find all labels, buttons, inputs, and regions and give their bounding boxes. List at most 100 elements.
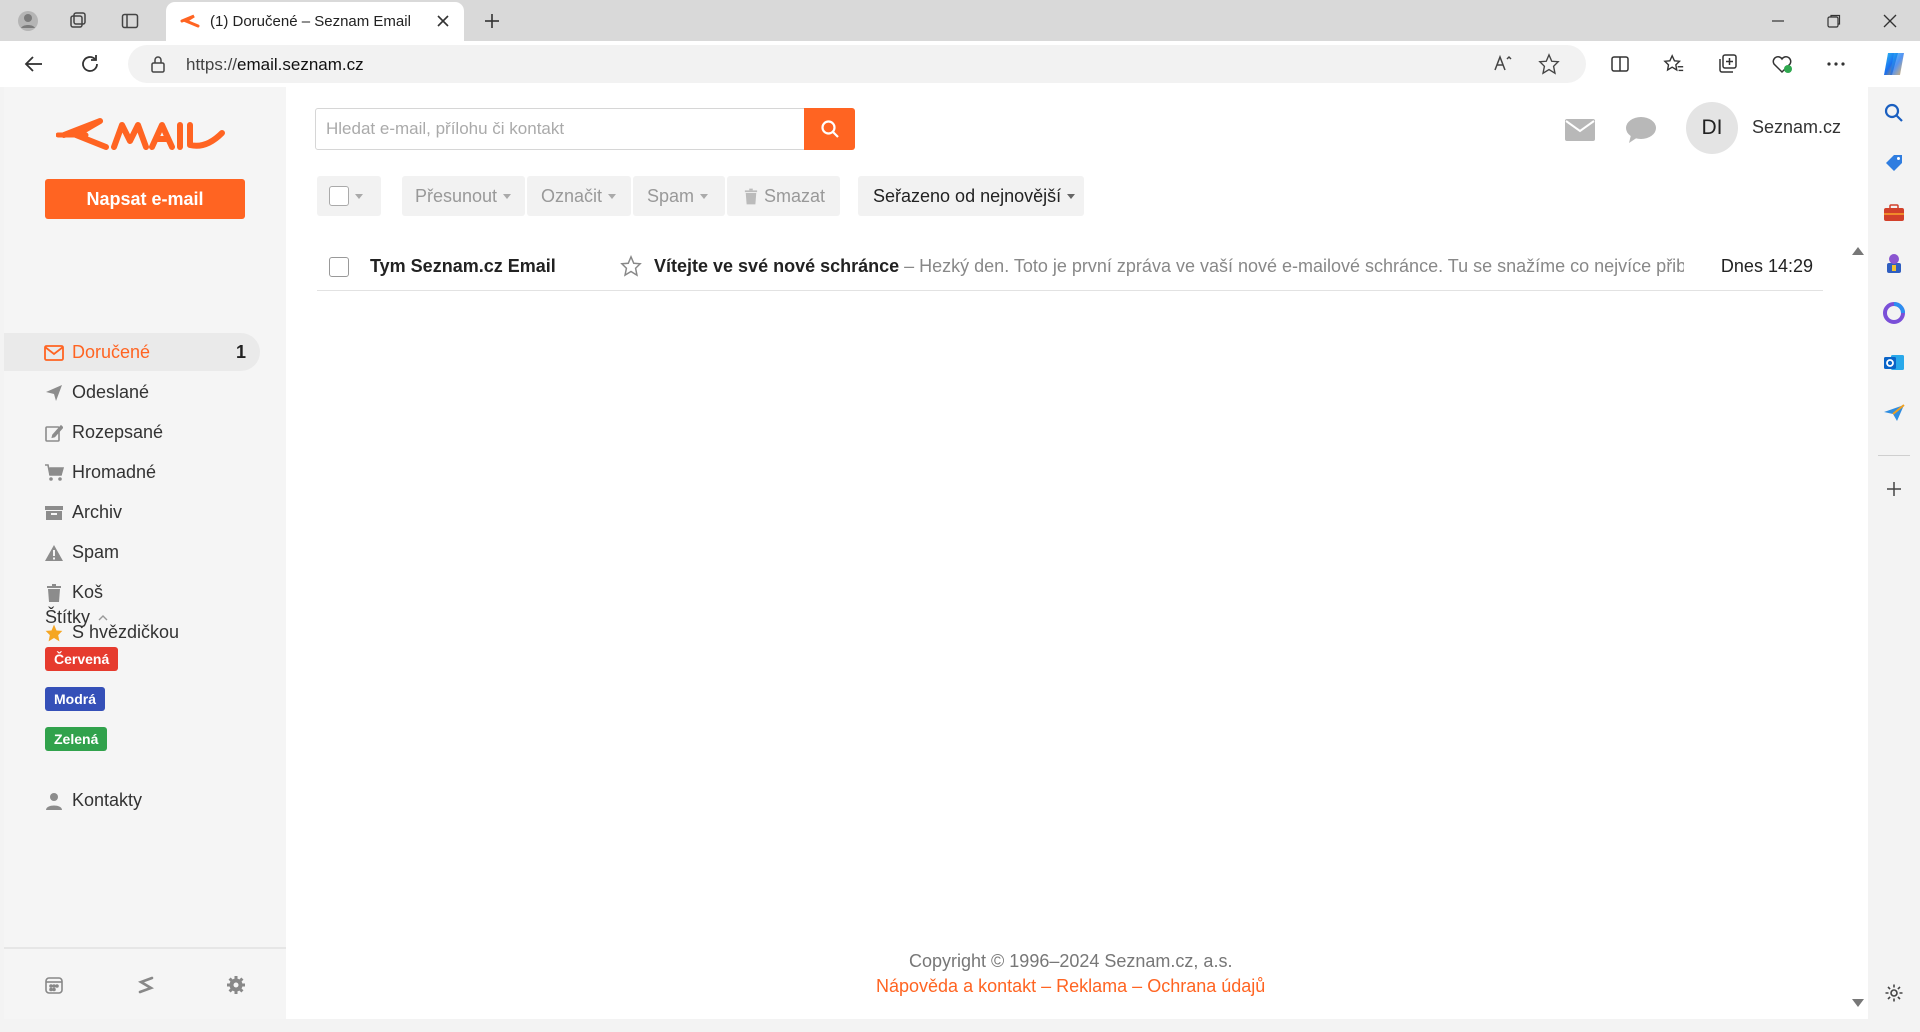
contacts-link[interactable]: Kontakty	[4, 781, 260, 819]
mail-icon[interactable]	[1563, 115, 1597, 145]
select-all-checkbox[interactable]	[329, 186, 349, 206]
delete-button[interactable]: Smazat	[727, 176, 840, 216]
address-bar[interactable]: https://email.seznam.cz	[128, 45, 1586, 83]
collections-icon[interactable]	[1710, 46, 1746, 82]
sidebar-divider	[1878, 455, 1910, 456]
chevron-down-icon	[700, 193, 709, 199]
privacy-link[interactable]: Ochrana údajů	[1147, 976, 1265, 996]
star-toggle-icon[interactable]	[619, 254, 643, 278]
trash-icon	[744, 188, 758, 205]
profile-icon[interactable]	[8, 6, 48, 36]
search-icon	[820, 119, 840, 139]
unread-count: 1	[235, 342, 246, 362]
folder-spam[interactable]: Spam	[4, 533, 260, 571]
workspaces-icon[interactable]	[58, 6, 98, 36]
move-button[interactable]: Přesunout	[402, 176, 525, 216]
scroll-down-icon[interactable]	[1852, 999, 1864, 1007]
games-icon[interactable]	[1878, 247, 1910, 279]
label-red[interactable]: Červená	[45, 647, 119, 671]
trash-icon	[44, 583, 64, 603]
calendar-icon[interactable]	[40, 971, 68, 999]
search-input[interactable]	[315, 108, 805, 150]
spam-label: Spam	[647, 185, 695, 206]
lock-icon[interactable]	[150, 55, 166, 73]
add-sidebar-app-icon[interactable]	[1878, 473, 1910, 505]
shopping-tag-icon[interactable]	[1878, 147, 1910, 179]
favorites-icon[interactable]	[1656, 46, 1692, 82]
more-options-icon[interactable]	[1818, 46, 1854, 82]
url-host: email.seznam.cz	[237, 55, 364, 74]
select-all-dropdown[interactable]	[317, 176, 381, 216]
outlook-icon[interactable]	[1878, 347, 1910, 379]
help-link[interactable]: Nápověda a kontakt	[876, 976, 1036, 996]
folder-inbox[interactable]: Doručené 1	[4, 333, 260, 371]
message-checkbox[interactable]	[329, 257, 349, 277]
send-plane-icon[interactable]	[1878, 397, 1910, 429]
browser-essentials-icon[interactable]	[1764, 46, 1800, 82]
chevron-down-icon	[1067, 193, 1076, 199]
account-name[interactable]: Seznam.cz	[1752, 117, 1841, 138]
chat-icon[interactable]	[1624, 115, 1658, 145]
folder-trash[interactable]: Koš	[4, 573, 260, 611]
sidebar-settings-icon[interactable]	[1878, 977, 1910, 1009]
browser-toolbar: https://email.seznam.cz	[0, 41, 1920, 87]
sidebar-search-icon[interactable]	[1878, 97, 1910, 129]
label-green[interactable]: Zelená	[45, 727, 108, 751]
delete-label: Smazat	[764, 185, 826, 206]
settings-gear-icon[interactable]	[222, 971, 250, 999]
message-snippet: – Hezký den. Toto je první zpráva ve vaš…	[899, 256, 1684, 276]
tab-actions-icon[interactable]	[110, 6, 150, 36]
sidebar-bottom-bar	[4, 947, 286, 1019]
edge-sidebar	[1868, 87, 1920, 1032]
message-row[interactable]: Tym Seznam.cz Email Vítejte ve své nové …	[317, 241, 1823, 291]
copilot-icon[interactable]	[1876, 46, 1912, 82]
folder-label: Doručené	[72, 342, 151, 362]
tab-title: (1) Doručené – Seznam Email	[210, 13, 411, 30]
folder-label: Hromadné	[72, 462, 157, 482]
chevron-down-icon	[608, 193, 617, 199]
folder-sent[interactable]: Odeslané	[4, 373, 260, 411]
mark-button[interactable]: Označit	[527, 176, 631, 216]
scroll-up-icon[interactable]	[1852, 247, 1864, 255]
contacts-label: Kontakty	[72, 790, 143, 810]
spam-button[interactable]: Spam	[633, 176, 725, 216]
email-page: Napsat e-mail Doručené 1 Odeslané Rozeps…	[4, 87, 1868, 1019]
refresh-icon[interactable]	[72, 46, 108, 82]
close-window-icon[interactable]	[1862, 0, 1918, 41]
folder-starred[interactable]: S hvězdičkou	[4, 613, 260, 651]
read-aloud-icon[interactable]	[1492, 53, 1514, 75]
tools-briefcase-icon[interactable]	[1878, 197, 1910, 229]
split-screen-icon[interactable]	[1602, 46, 1638, 82]
tab-active[interactable]: (1) Doručené – Seznam Email	[166, 2, 464, 41]
label-blue[interactable]: Modrá	[45, 687, 105, 711]
sort-dropdown[interactable]: Seřazeno od nejnovější	[858, 176, 1084, 216]
labels-heading[interactable]: Štítky	[45, 607, 108, 628]
favorite-star-icon[interactable]	[1538, 53, 1560, 75]
folder-drafts[interactable]: Rozepsané	[4, 413, 260, 451]
avatar[interactable]: DI	[1686, 102, 1738, 154]
folder-label: Rozepsané	[72, 422, 164, 442]
folder-label: Spam	[72, 542, 120, 562]
seznam-s-icon[interactable]	[132, 971, 160, 999]
folder-bulk[interactable]: Hromadné	[4, 453, 260, 491]
cart-icon	[44, 463, 64, 483]
restore-icon[interactable]	[1806, 0, 1862, 41]
search-button[interactable]	[804, 108, 855, 150]
new-tab-icon[interactable]	[474, 6, 510, 36]
ads-link[interactable]: Reklama	[1056, 976, 1127, 996]
mark-label: Označit	[541, 185, 603, 206]
chevron-up-icon[interactable]	[98, 614, 108, 621]
draft-icon	[44, 423, 64, 443]
microsoft365-icon[interactable]	[1878, 297, 1910, 329]
tab-close-icon[interactable]	[432, 10, 454, 32]
email-logo[interactable]	[56, 111, 226, 159]
message-subject: Vítejte ve své nové schránce	[654, 256, 900, 276]
folder-label: Odeslané	[72, 382, 150, 402]
compose-button[interactable]: Napsat e-mail	[45, 179, 245, 219]
back-icon[interactable]	[16, 46, 52, 82]
minimize-icon[interactable]	[1750, 0, 1806, 41]
url-text[interactable]: https://email.seznam.cz	[186, 55, 364, 75]
message-preview: Vítejte ve své nové schránce – Hezký den…	[654, 256, 1684, 277]
send-icon	[44, 383, 64, 403]
folder-archive[interactable]: Archiv	[4, 493, 260, 531]
